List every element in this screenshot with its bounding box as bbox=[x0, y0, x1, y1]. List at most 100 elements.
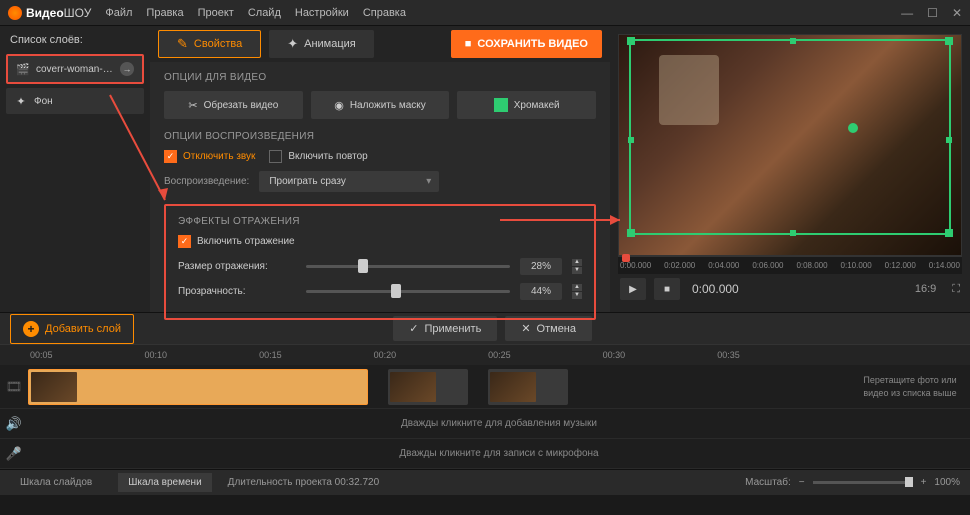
minimize-button[interactable]: — bbox=[901, 6, 913, 20]
layers-title: Список слоёв: bbox=[6, 34, 144, 46]
menu-file[interactable]: Файл bbox=[105, 7, 132, 19]
video-clip-2[interactable] bbox=[388, 369, 468, 405]
chroma-icon bbox=[494, 98, 508, 112]
logo-icon bbox=[8, 6, 22, 20]
playback-label: Воспроизведение: bbox=[164, 176, 249, 187]
plus-icon: + bbox=[23, 321, 39, 337]
mute-checkbox[interactable]: ✓ Отключить звук bbox=[164, 150, 255, 163]
play-button[interactable]: ▶ bbox=[620, 278, 646, 300]
main-menu: Файл Правка Проект Слайд Настройки Справ… bbox=[105, 7, 406, 19]
layer-name: coverr-woman-d... bbox=[36, 64, 114, 75]
save-label: СОХРАНИТЬ ВИДЕО bbox=[477, 38, 588, 50]
stop-button[interactable]: ■ bbox=[654, 278, 680, 300]
enable-reflection-checkbox[interactable]: ✓ Включить отражение bbox=[178, 235, 582, 248]
aspect-ratio[interactable]: 16:9 bbox=[915, 283, 936, 295]
reflection-opacity-slider[interactable] bbox=[306, 290, 510, 293]
slides-scale-tab[interactable]: Шкала слайдов bbox=[10, 473, 102, 492]
reflection-opacity-value[interactable]: 44% bbox=[520, 283, 562, 300]
timeline-scale-tab[interactable]: Шкала времени bbox=[118, 473, 211, 492]
mask-icon: ◉ bbox=[334, 99, 344, 112]
timeline: 00:0500:1000:1500:2000:2500:3000:35 🎞 Пе… bbox=[0, 344, 970, 469]
button-label: Хромакей bbox=[514, 100, 560, 111]
zoom-minus[interactable]: − bbox=[799, 477, 805, 488]
reflection-effects-section: ЭФФЕКТЫ ОТРАЖЕНИЯ ✓ Включить отражение Ра… bbox=[164, 204, 596, 320]
selection-frame[interactable] bbox=[629, 39, 951, 235]
add-layer-button[interactable]: + Добавить слой bbox=[10, 314, 134, 344]
scissors-icon: ✂ bbox=[188, 99, 197, 112]
button-label: Обрезать видео bbox=[204, 100, 279, 111]
playback-options-title: ОПЦИИ ВОСПРОИЗВЕДЕНИЯ bbox=[164, 131, 596, 142]
reflection-size-value[interactable]: 28% bbox=[520, 258, 562, 275]
wand-icon: ✦ bbox=[14, 94, 28, 108]
preview-image bbox=[619, 35, 961, 255]
loop-checkbox[interactable]: Включить повтор bbox=[269, 150, 367, 163]
project-duration: Длительность проекта 00:32.720 bbox=[228, 477, 379, 488]
button-label: Добавить слой bbox=[45, 323, 121, 335]
zoom-slider[interactable] bbox=[813, 481, 913, 484]
properties-panel: ✎ Свойства ✦ Анимация ■ СОХРАНИТЬ ВИДЕО … bbox=[150, 26, 610, 312]
checkbox-icon bbox=[269, 150, 282, 163]
music-hint: Дважды кликните для добавления музыки bbox=[28, 418, 970, 429]
checkbox-label: Включить повтор bbox=[288, 151, 367, 162]
close-button[interactable]: ✕ bbox=[952, 6, 962, 20]
reflection-size-slider[interactable] bbox=[306, 265, 510, 268]
maximize-button[interactable]: ☐ bbox=[927, 6, 938, 20]
video-options-title: ОПЦИИ ДЛЯ ВИДЕО bbox=[164, 72, 596, 83]
timeline-ruler[interactable]: 00:0500:1000:1500:2000:2500:3000:35 bbox=[0, 345, 970, 365]
playback-controls: ▶ ■ 0:00.000 16:9 ⛶ bbox=[618, 274, 962, 304]
tab-animation[interactable]: ✦ Анимация bbox=[269, 30, 374, 58]
menu-settings[interactable]: Настройки bbox=[295, 7, 349, 19]
mic-track[interactable]: 🎤 Дважды кликните для записи с микрофона bbox=[0, 439, 970, 469]
layer-name: Фон bbox=[34, 96, 136, 107]
mic-hint: Дважды кликните для записи с микрофона bbox=[28, 448, 970, 459]
menu-edit[interactable]: Правка bbox=[146, 7, 183, 19]
tab-properties[interactable]: ✎ Свойства bbox=[158, 30, 261, 58]
star-icon: ✦ bbox=[287, 36, 298, 52]
zoom-label: Масштаб: bbox=[745, 477, 791, 488]
video-preview[interactable] bbox=[618, 34, 962, 256]
film-icon: 🎬 bbox=[16, 62, 30, 76]
tab-label: Анимация bbox=[304, 38, 356, 50]
fullscreen-button[interactable]: ⛶ bbox=[952, 283, 960, 296]
crop-video-button[interactable]: ✂ Обрезать видео bbox=[164, 91, 303, 119]
save-video-button[interactable]: ■ СОХРАНИТЬ ВИДЕО bbox=[451, 30, 602, 58]
status-bar: Шкала слайдов Шкала времени Длительность… bbox=[0, 469, 970, 495]
chromakey-button[interactable]: Хромакей bbox=[457, 91, 596, 119]
window-controls: — ☐ ✕ bbox=[901, 6, 962, 20]
drag-hint: Перетащите фото или видео из списка выше bbox=[850, 370, 970, 403]
timecode: 0:00.000 bbox=[692, 282, 739, 296]
menu-slide[interactable]: Слайд bbox=[248, 7, 281, 19]
preview-ruler[interactable]: 0:00.0000:02.0000:04.0000:06.0000:08.000… bbox=[618, 256, 962, 274]
video-clip-3[interactable] bbox=[488, 369, 568, 405]
reflection-title: ЭФФЕКТЫ ОТРАЖЕНИЯ bbox=[178, 216, 582, 227]
playhead-marker[interactable] bbox=[622, 254, 630, 262]
mask-button[interactable]: ◉ Наложить маску bbox=[311, 91, 450, 119]
reflection-opacity-label: Прозрачность: bbox=[178, 286, 296, 297]
zoom-plus[interactable]: + bbox=[921, 477, 927, 488]
playback-dropdown[interactable]: Проиграть сразу bbox=[259, 171, 439, 192]
video-track[interactable]: 🎞 Перетащите фото или видео из списка вы… bbox=[0, 365, 970, 409]
checkbox-label: Отключить звук bbox=[183, 151, 255, 162]
layer-item-background[interactable]: ✦ Фон bbox=[6, 88, 144, 114]
camera-icon: ■ bbox=[465, 38, 472, 50]
music-track[interactable]: 🔊 Дважды кликните для добавления музыки bbox=[0, 409, 970, 439]
opacity-spinner[interactable]: ▲▼ bbox=[572, 284, 582, 299]
menu-help[interactable]: Справка bbox=[363, 7, 406, 19]
zoom-value: 100% bbox=[934, 477, 960, 488]
app-logo: ВидеоШОУ bbox=[8, 6, 91, 20]
layer-arrow-icon[interactable]: → bbox=[120, 62, 134, 76]
titlebar: ВидеоШОУ Файл Правка Проект Слайд Настро… bbox=[0, 0, 970, 26]
video-clip-main[interactable] bbox=[28, 369, 368, 405]
reflection-size-label: Размер отражения: bbox=[178, 261, 296, 272]
layer-item-video[interactable]: 🎬 coverr-woman-d... → bbox=[6, 54, 144, 84]
app-name: ВидеоШОУ bbox=[26, 6, 91, 20]
checkbox-icon: ✓ bbox=[164, 150, 177, 163]
button-label: Наложить маску bbox=[350, 100, 426, 111]
checkbox-label: Включить отражение bbox=[197, 236, 295, 247]
checkbox-icon: ✓ bbox=[178, 235, 191, 248]
pencil-icon: ✎ bbox=[177, 36, 188, 52]
size-spinner[interactable]: ▲▼ bbox=[572, 259, 582, 274]
menu-project[interactable]: Проект bbox=[198, 7, 234, 19]
tab-label: Свойства bbox=[194, 38, 242, 50]
film-icon: 🎞 bbox=[0, 379, 28, 395]
